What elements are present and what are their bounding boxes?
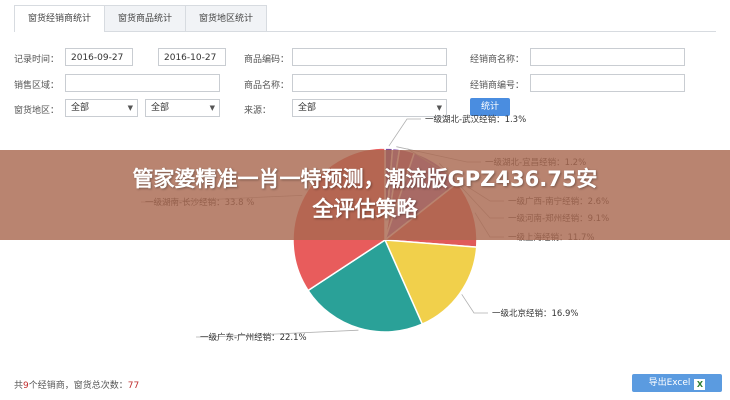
export-excel-button[interactable]: 导出Excel X — [632, 374, 722, 392]
excel-icon: X — [694, 379, 706, 390]
pie-leader-line-0 — [388, 118, 421, 147]
pie-label-0: 一级湖北-武汉经销：1.3% — [425, 114, 526, 125]
pie-label-6: 一级广东-广州经销：22.1% — [200, 332, 307, 343]
promo-banner-text: 管家婆精准一肖一特预测，潮流版GPZ436.75安 全评估策略 — [10, 164, 720, 224]
summary-middle: 个经销商，窗货总次数： — [28, 381, 128, 391]
summary-footer: 共9个经销商，窗货总次数：77 — [14, 378, 139, 391]
promo-banner-line-2: 全评估策略 — [312, 197, 418, 221]
app-window: 窗货经销商统计 窗货商品统计 窗货地区统计 记录时间： 2016-09-27 2… — [0, 0, 730, 400]
pie-label-5: 一级北京经销：16.9% — [492, 308, 579, 319]
promo-banner-line-1: 管家婆精准一肖一特预测，潮流版GPZ436.75安 — [132, 167, 598, 191]
total-count: 77 — [127, 381, 140, 391]
tab-dealer-stats[interactable]: 窗货经销商统计 — [14, 5, 106, 32]
export-excel-label: 导出Excel — [648, 378, 691, 388]
summary-prefix: 共 — [14, 381, 24, 391]
pie-leader-line-5 — [461, 294, 488, 314]
